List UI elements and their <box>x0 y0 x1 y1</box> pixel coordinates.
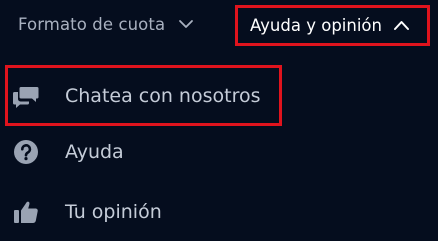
top-navigation: Formato de cuota Ayuda y opinión <box>0 0 438 50</box>
help-feedback-label: Ayuda y opinión <box>250 16 382 35</box>
menu-item-feedback-label: Tu opinión <box>65 201 162 223</box>
menu-item-help[interactable]: Ayuda <box>0 126 438 178</box>
help-feedback-dropdown[interactable]: Ayuda y opinión <box>235 5 430 46</box>
thumbs-up-icon <box>12 198 40 226</box>
chevron-up-icon <box>393 17 410 34</box>
menu-item-chat[interactable]: Chatea con nosotros <box>0 70 438 122</box>
menu-item-help-label: Ayuda <box>65 141 124 163</box>
menu-item-feedback[interactable]: Tu opinión <box>0 186 438 238</box>
chat-bubbles-icon <box>12 82 40 110</box>
odds-format-label: Formato de cuota <box>18 14 166 34</box>
menu-item-chat-label: Chatea con nosotros <box>65 85 261 107</box>
help-dropdown-panel: Formato de cuota Ayuda y opinión Chatea <box>0 0 438 241</box>
question-circle-icon <box>12 138 40 166</box>
chevron-down-icon <box>178 16 194 32</box>
odds-format-dropdown[interactable]: Formato de cuota <box>18 9 194 39</box>
